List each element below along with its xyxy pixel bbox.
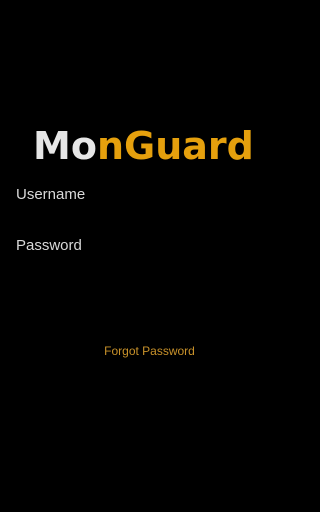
monguard-wordmark: MonGuard xyxy=(33,124,254,168)
logo-word-guard: Guard xyxy=(124,124,254,168)
svg-text:MonGuard: MonGuard xyxy=(33,124,254,168)
app-logo: MonGuard xyxy=(33,121,267,169)
logo-letter-n: n xyxy=(97,124,124,168)
username-label: Username xyxy=(16,185,86,203)
password-field[interactable]: Password xyxy=(16,227,283,263)
password-label: Password xyxy=(16,236,82,254)
logo-letter-m: M xyxy=(33,124,71,168)
logo-letter-o: o xyxy=(71,124,97,168)
username-field[interactable]: Username xyxy=(16,176,283,212)
forgot-password-link[interactable]: Forgot Password xyxy=(0,344,299,358)
